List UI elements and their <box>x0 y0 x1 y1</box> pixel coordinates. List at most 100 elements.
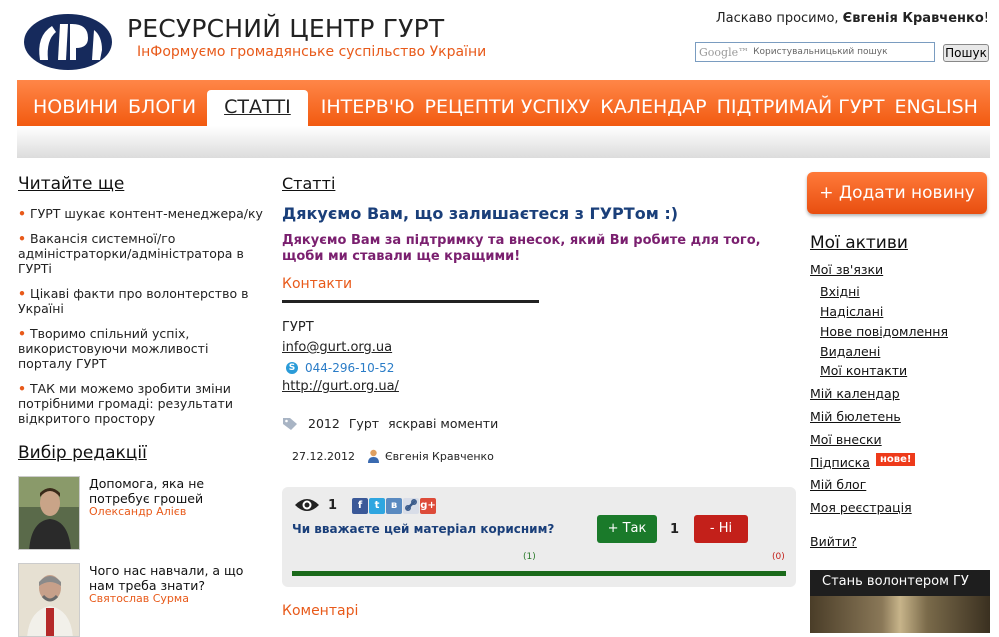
bullet-icon: • <box>18 231 26 246</box>
add-news-button[interactable]: + Додати новину <box>807 172 987 214</box>
nav-blogs[interactable]: БЛОГИ <box>123 90 201 126</box>
share-buttons: f t в g+ <box>352 498 436 514</box>
vote-no-button[interactable]: - Ні <box>694 515 748 543</box>
read-more-list: • ГУРТ шукає контент-менеджера/ку • Ваканс… <box>18 206 263 436</box>
read-more-link[interactable]: Вакансія системної/го адміністраторки/ад… <box>18 231 244 276</box>
user-name[interactable]: Євгенія Кравченко <box>843 11 984 26</box>
breadcrumb[interactable]: Статті <box>282 174 335 193</box>
logout-link[interactable]: Вийти? <box>810 534 857 549</box>
twitter-icon[interactable]: t <box>369 498 385 514</box>
editors-choice-author[interactable]: Святослав Сурма <box>89 592 189 605</box>
usefulness-question: Чи вважаєте цей матеріал корисним? <box>292 522 555 536</box>
tags-row: 2012 Гурт яскраві моменти <box>282 416 507 431</box>
nav-interviews[interactable]: ІНТЕРВ'Ю <box>316 90 420 126</box>
my-connections-link[interactable]: Мої зв'язки <box>810 262 883 277</box>
list-item[interactable]: • ТАК ми можемо зробити зміни потрібними … <box>18 381 263 426</box>
tag-link[interactable]: яскраві моменти <box>388 416 498 431</box>
editors-choice-title[interactable]: Допомога, яка не потребує грошей <box>89 476 259 506</box>
main-nav: НОВИНИ БЛОГИ СТАТТІ ІНТЕРВ'Ю РЕЦЕПТИ УСП… <box>17 80 990 126</box>
nav-news[interactable]: НОВИНИ <box>17 90 123 126</box>
view-count-value: 1 <box>328 497 338 513</box>
list-item[interactable]: • Вакансія системної/го адміністраторки/а… <box>18 231 263 276</box>
my-calendar-link[interactable]: Мій календар <box>810 386 900 401</box>
volunteer-banner[interactable]: Стань волонтером ГУ <box>810 570 990 633</box>
editors-choice-item[interactable]: Допомога, яка не потребує грошей Олексан… <box>18 476 268 554</box>
nav-articles[interactable]: СТАТТІ <box>207 90 308 126</box>
article-lead: Дякуємо Вам за підтримку та внесок, який… <box>282 233 761 264</box>
my-contributions-link[interactable]: Мої внески <box>810 432 882 447</box>
comments-heading: Коментарі <box>282 603 359 619</box>
read-more-link[interactable]: ТАК ми можемо зробити зміни потрібними г… <box>18 381 233 426</box>
subscription-link[interactable]: Підписка <box>810 455 870 470</box>
contacts-divider <box>282 300 539 303</box>
link-icon[interactable] <box>403 498 419 514</box>
person-photo-icon <box>19 564 79 636</box>
deleted-link[interactable]: Видалені <box>820 344 880 359</box>
gurt-logo[interactable] <box>22 10 114 72</box>
contacts-heading: Контакти <box>282 276 353 292</box>
contact-email[interactable]: info@gurt.org.ua <box>282 340 392 355</box>
search-placeholder: Користувальницький пошук <box>753 47 888 57</box>
sub-nav-bar <box>17 126 990 158</box>
site-title[interactable]: РЕСУРСНИЙ ЦЕНТР ГУРТ <box>127 14 444 43</box>
sent-link[interactable]: Надіслані <box>820 304 883 319</box>
article-author[interactable]: Євгенія Кравченко <box>385 450 494 463</box>
bullet-icon: • <box>18 381 26 396</box>
vkontakte-icon[interactable]: в <box>386 498 402 514</box>
author-photo[interactable] <box>18 563 80 637</box>
article-meta: 27.12.2012 Євгенія Кравченко <box>292 449 494 463</box>
nav-calendar[interactable]: КАЛЕНДАР <box>595 90 711 126</box>
my-registration-link[interactable]: Моя реєстрація <box>810 500 912 515</box>
search-input[interactable]: Google™ Користувальницький пошук <box>695 42 935 62</box>
inbox-link[interactable]: Вхідні <box>820 284 860 299</box>
read-more-link[interactable]: ГУРТ шукає контент-менеджера/ку <box>30 206 263 221</box>
read-more-heading[interactable]: Читайте ще <box>18 174 124 194</box>
editors-choice-heading[interactable]: Вибір редакції <box>18 443 147 463</box>
skype-icon: S <box>286 362 298 374</box>
tag-link[interactable]: 2012 <box>308 416 340 431</box>
vote-yes-button[interactable]: + Так <box>597 515 657 543</box>
welcome-prefix: Ласкаво просимо, <box>715 11 839 26</box>
volunteer-banner-text: Стань волонтером ГУ <box>822 574 969 589</box>
my-assets-heading[interactable]: Мої активи <box>810 233 908 253</box>
tag-link[interactable]: Гурт <box>349 416 379 431</box>
read-more-link[interactable]: Творимо спільний успіх, використовуючи м… <box>18 326 208 371</box>
read-more-link[interactable]: Цікаві факти про волонтерство в Україні <box>18 286 248 316</box>
contact-org: ГУРТ <box>282 320 314 335</box>
google-plus-icon[interactable]: g+ <box>420 498 436 514</box>
list-item[interactable]: • Творимо спільний успіх, використовуючи … <box>18 326 263 371</box>
search-button[interactable]: Пошук <box>943 44 989 62</box>
my-blog-link[interactable]: Мій блог <box>810 477 866 492</box>
yes-total: (1) <box>523 552 536 562</box>
my-contacts-link[interactable]: Мої контакти <box>820 363 907 378</box>
new-badge: нове! <box>876 453 916 466</box>
new-message-link[interactable]: Нове повідомлення <box>820 324 948 339</box>
bullet-icon: • <box>18 326 26 341</box>
contact-phone[interactable]: S 044-296-10-52 <box>286 361 394 375</box>
google-brand: Google™ <box>699 45 750 59</box>
tag-icon <box>283 417 297 430</box>
list-item[interactable]: • Цікаві факти про волонтерство в Україні <box>18 286 263 316</box>
editors-choice-item[interactable]: Чого нас навчали, а що нам треба знати? … <box>18 563 268 637</box>
nav-english[interactable]: ENGLISH <box>889 90 982 126</box>
nav-support[interactable]: ПІДТРИМАЙ ГУРТ <box>712 90 890 126</box>
vote-ratio-bar <box>292 571 786 576</box>
bullet-icon: • <box>18 286 26 301</box>
author-photo[interactable] <box>18 476 80 550</box>
facebook-icon[interactable]: f <box>352 498 368 514</box>
user-icon <box>367 449 379 463</box>
welcome-suffix: ! <box>983 11 989 26</box>
vote-yes-count: 1 <box>670 522 680 537</box>
my-newsletter-link[interactable]: Мій бюлетень <box>810 409 901 424</box>
article-date: 27.12.2012 <box>292 449 355 463</box>
article-title: Дякуємо Вам, що залишаєтеся з ГУРТом :) <box>282 204 679 223</box>
bullet-icon: • <box>18 206 26 221</box>
contact-website[interactable]: http://gurt.org.ua/ <box>282 379 399 394</box>
phone-number[interactable]: 044-296-10-52 <box>305 361 394 375</box>
editors-choice-title[interactable]: Чого нас навчали, а що нам треба знати? <box>89 563 259 593</box>
list-item[interactable]: • ГУРТ шукає контент-менеджера/ку <box>18 206 263 221</box>
welcome-message: Ласкаво просимо, Євгенія Кравченко! <box>716 11 989 26</box>
nav-success-recipes[interactable]: РЕЦЕПТИ УСПІХУ <box>420 90 596 126</box>
editors-choice-author[interactable]: Олександр Алієв <box>89 505 186 518</box>
eye-icon <box>295 499 319 511</box>
